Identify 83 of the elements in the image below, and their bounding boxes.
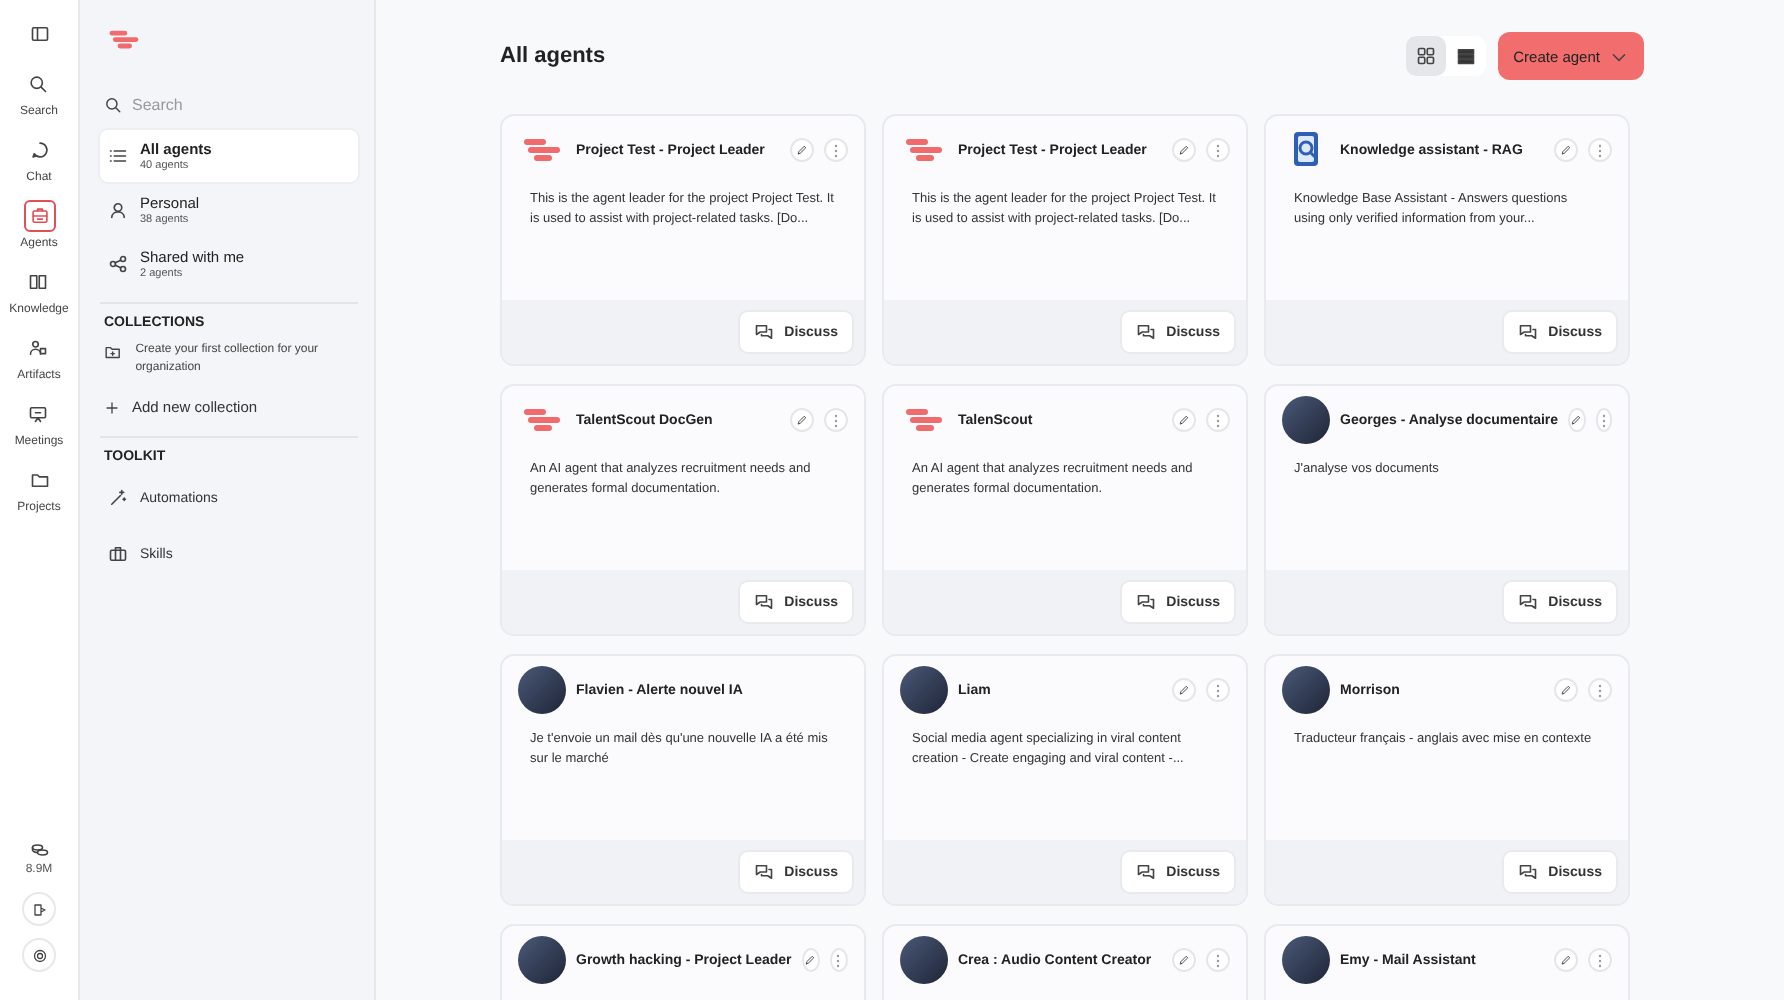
avatar-photo — [1282, 666, 1330, 714]
more-button[interactable] — [1595, 408, 1612, 432]
edit-button[interactable] — [1172, 948, 1196, 972]
settings-button[interactable] — [22, 938, 56, 972]
people-icon — [28, 338, 49, 358]
share-icon — [108, 254, 128, 274]
chat-bubbles-icon — [1136, 592, 1157, 612]
book-icon — [28, 272, 49, 292]
briefcase-icon — [108, 544, 128, 564]
feedback-button[interactable] — [22, 892, 56, 926]
more-button[interactable] — [829, 948, 848, 972]
search-icon — [28, 74, 49, 94]
pointer-icon — [31, 901, 47, 917]
list-icon — [1455, 46, 1476, 66]
more-button[interactable] — [824, 138, 848, 162]
more-button[interactable] — [1206, 408, 1230, 432]
more-icon — [1601, 413, 1606, 427]
pencil-icon — [1178, 684, 1190, 696]
edit-button[interactable] — [1554, 948, 1578, 972]
avatar-photo — [900, 666, 948, 714]
sidebar-toggle-icon — [29, 24, 49, 44]
list-icon — [108, 146, 128, 166]
folder-plus-icon — [104, 342, 122, 362]
chat-bubble-icon — [29, 140, 49, 160]
chat-bubbles-icon — [754, 862, 775, 882]
chat-bubbles-icon — [1136, 862, 1157, 882]
logo-icon — [904, 138, 944, 162]
presentation-icon — [28, 404, 49, 424]
pencil-icon — [1570, 414, 1583, 426]
edit-button[interactable] — [1554, 138, 1578, 162]
pencil-icon — [1560, 954, 1572, 966]
pencil-icon — [796, 414, 808, 426]
pencil-icon — [796, 144, 808, 156]
logo-icon — [522, 408, 562, 432]
chat-bubbles-icon — [1518, 592, 1539, 612]
sidebar-toggle-button[interactable] — [29, 24, 49, 44]
search-icon — [104, 96, 122, 114]
logo-icon — [904, 408, 944, 432]
page-title: All agents — [500, 44, 608, 68]
edit-button[interactable] — [801, 948, 820, 972]
logo-icon — [522, 138, 562, 162]
avatar-photo — [518, 666, 566, 714]
avatar-photo — [1282, 936, 1330, 984]
grid-view-button[interactable] — [1405, 36, 1446, 76]
edit-button[interactable] — [1172, 138, 1196, 162]
avatar-photo — [518, 936, 566, 984]
more-button[interactable] — [1206, 138, 1230, 162]
pencil-icon — [804, 954, 817, 966]
more-button[interactable] — [1588, 948, 1612, 972]
edit-button[interactable] — [790, 408, 814, 432]
person-icon — [108, 200, 128, 220]
chat-bubbles-icon — [754, 592, 775, 612]
pencil-icon — [1560, 144, 1572, 156]
edit-button[interactable] — [1568, 408, 1586, 432]
folder-icon — [29, 470, 49, 490]
more-button[interactable] — [1206, 948, 1230, 972]
edit-button[interactable] — [1172, 408, 1196, 432]
pencil-icon — [1178, 144, 1190, 156]
avatar-photo — [900, 936, 948, 984]
chat-bubbles-icon — [1136, 322, 1157, 342]
search-field[interactable]: Search — [132, 96, 332, 114]
more-icon — [836, 953, 841, 967]
grid-icon — [1415, 46, 1436, 66]
app-logo — [108, 30, 140, 50]
more-button[interactable] — [824, 408, 848, 432]
chat-bubbles-icon — [1518, 862, 1539, 882]
pencil-icon — [1178, 414, 1190, 426]
magic-wand-icon — [108, 488, 128, 508]
edit-button[interactable] — [790, 138, 814, 162]
pencil-icon — [1560, 684, 1572, 696]
coins-icon — [29, 840, 49, 860]
pencil-icon — [1178, 954, 1190, 966]
more-button[interactable] — [1206, 678, 1230, 702]
edit-button[interactable] — [1172, 678, 1196, 702]
plus-icon — [104, 399, 120, 415]
more-button[interactable] — [1588, 138, 1612, 162]
settings-icon — [31, 947, 47, 963]
chat-bubbles-icon — [1518, 322, 1539, 342]
edit-button[interactable] — [1554, 678, 1578, 702]
avatar-photo — [1282, 396, 1330, 444]
robot-icon — [29, 206, 49, 226]
chat-bubbles-icon — [754, 322, 775, 342]
more-button[interactable] — [1588, 678, 1612, 702]
